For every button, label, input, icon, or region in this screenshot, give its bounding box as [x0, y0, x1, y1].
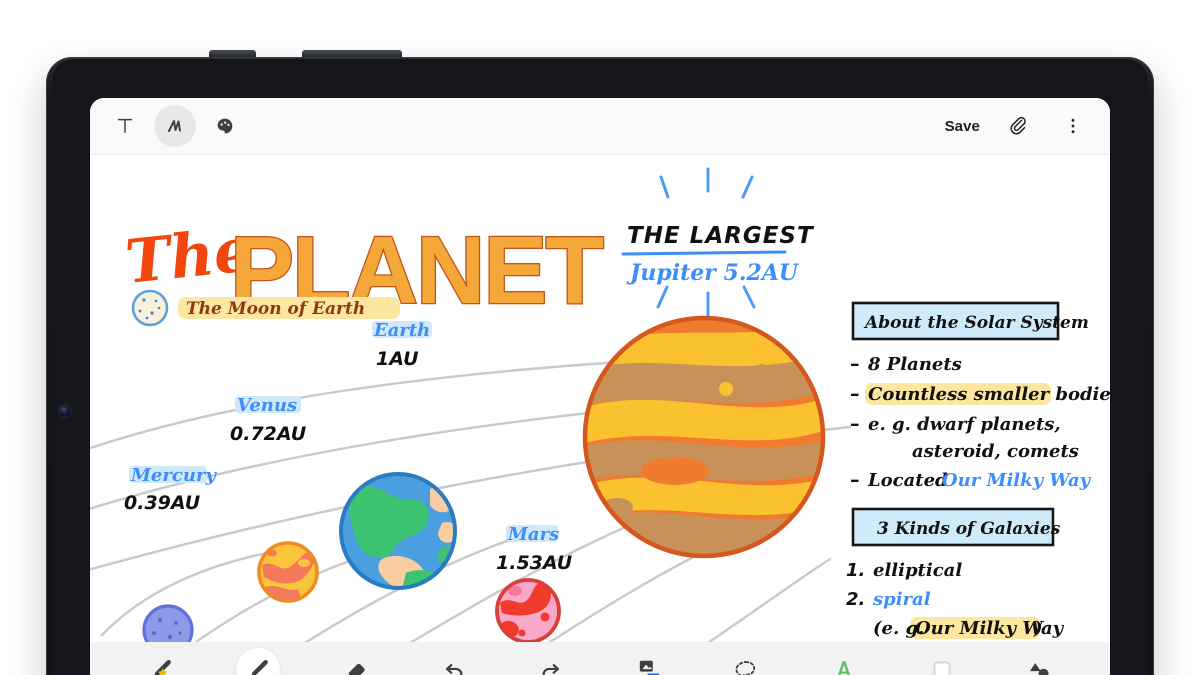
- planet-label-mars: Mars 1.53AU: [496, 524, 573, 574]
- handwriting-recognition-button[interactable]: [822, 648, 866, 675]
- palette-icon: [217, 118, 233, 134]
- screenshot-root: Save The PLANET THE LARGEST Jupiter 5.2A…: [0, 0, 1200, 675]
- redo-button[interactable]: [529, 648, 573, 675]
- save-button[interactable]: Save: [939, 114, 986, 139]
- galaxy-line-0: elliptical: [873, 560, 962, 581]
- rounded-square-icon: [933, 660, 951, 675]
- front-camera: [59, 405, 71, 417]
- earth-name: Earth: [373, 320, 430, 341]
- mercury-planet: [142, 604, 194, 642]
- device-power-button[interactable]: [209, 50, 256, 57]
- image-text-icon: [639, 660, 660, 675]
- panel-galaxies-heading: 3 Kinds of Galaxies: [877, 519, 1061, 539]
- eraser-icon: [348, 663, 365, 675]
- mars-distance: 1.53AU: [496, 552, 573, 574]
- largest-card-heading: THE LARGEST: [627, 223, 815, 249]
- largest-card: THE LARGEST Jupiter 5.2AU: [621, 167, 815, 317]
- pen-star-icon: [154, 659, 171, 675]
- venus-distance: 0.72AU: [230, 423, 307, 445]
- image-to-text-button[interactable]: [627, 648, 671, 675]
- note-drawing: The PLANET THE LARGEST Jupiter 5.2AU The…: [90, 167, 1110, 642]
- app-top-toolbar: Save: [90, 98, 1110, 155]
- largest-card-underline: [621, 250, 787, 256]
- mars-planet: [495, 578, 561, 642]
- planet-label-mercury: Mercury 0.39AU: [124, 465, 217, 514]
- panel-solar-system: About the Solar System – 8 Planets – Cou…: [850, 301, 1110, 491]
- earth-distance: 1AU: [376, 348, 419, 370]
- top-toolbar-left-group: [90, 105, 246, 147]
- mercury-distance: 0.39AU: [124, 492, 201, 514]
- paperclip-icon: [1010, 116, 1026, 135]
- more-options-button[interactable]: [1052, 105, 1094, 147]
- venus-name: Venus: [237, 395, 297, 416]
- galaxy-num-1: 2.: [846, 589, 865, 610]
- palette-tool-button[interactable]: [204, 105, 246, 147]
- solar-bullet-0: –: [850, 353, 860, 375]
- planet-label-earth: Earth 1AU: [372, 320, 432, 370]
- redo-arrow-icon: [542, 663, 560, 675]
- undo-arrow-icon: [445, 663, 463, 675]
- attach-button[interactable]: [998, 105, 1040, 147]
- solar-line-2: e. g. dwarf planets,: [868, 414, 1061, 435]
- solar-bullet-4: –: [850, 469, 860, 491]
- pen-tool-button[interactable]: [154, 105, 196, 147]
- galaxy-num-0: 1.: [846, 560, 865, 581]
- eraser-button[interactable]: [334, 648, 378, 675]
- pen-scribble-icon: [168, 120, 181, 132]
- page-color-button[interactable]: [920, 648, 964, 675]
- largest-card-subtext: Jupiter 5.2AU: [626, 260, 800, 286]
- planet-label-venus: Venus 0.72AU: [230, 395, 307, 445]
- note-canvas[interactable]: The PLANET THE LARGEST Jupiter 5.2AU The…: [90, 155, 1110, 642]
- mercury-name: Mercury: [130, 465, 217, 486]
- note-app-window: Save The PLANET THE LARGEST Jupiter 5.2A…: [90, 98, 1110, 675]
- solar-line-4-suffix: Our Milky Way: [942, 470, 1092, 491]
- moon-chip-label: The Moon of Earth: [186, 299, 365, 319]
- device-volume-button[interactable]: [302, 50, 402, 57]
- moon-icon: [131, 289, 169, 327]
- shapes-button[interactable]: [1017, 648, 1061, 675]
- venus-planet: [257, 541, 319, 603]
- panel-galaxies: 3 Kinds of Galaxies 1. elliptical 2. spi…: [846, 507, 1065, 639]
- mars-name: Mars: [507, 524, 559, 545]
- solar-line-1: Countless smaller bodies: [868, 384, 1110, 405]
- panel-solar-heading: About the Solar System: [863, 313, 1089, 333]
- highlighter-pen-star-button[interactable]: [139, 648, 183, 675]
- T-icon: [117, 118, 133, 134]
- solar-line-0: 8 Planets: [867, 354, 962, 375]
- pen-icon: [251, 659, 269, 675]
- kebab-menu-icon: [1071, 118, 1075, 134]
- solar-line-4: Located: [867, 470, 948, 491]
- top-toolbar-right-group: Save: [939, 105, 1110, 147]
- lasso-select-button[interactable]: [724, 648, 768, 675]
- undo-button[interactable]: [432, 648, 476, 675]
- galaxy-line-1: spiral: [872, 589, 931, 610]
- solar-bullet-1: –: [850, 383, 860, 405]
- app-bottom-toolbar: [90, 642, 1110, 675]
- galaxy-line-2-close: ): [1033, 618, 1043, 639]
- jupiter-planet: [582, 315, 826, 559]
- letter-a-outline-icon: [837, 660, 851, 675]
- lasso-dotted-icon: [735, 660, 756, 675]
- text-tool-button[interactable]: [104, 105, 146, 147]
- shapes-icon: [1030, 662, 1049, 675]
- solar-line-3: asteroid, comets: [912, 441, 1079, 462]
- pen-button[interactable]: [236, 647, 281, 675]
- solar-bullet-2: –: [850, 413, 860, 435]
- earth-planet: [339, 472, 457, 590]
